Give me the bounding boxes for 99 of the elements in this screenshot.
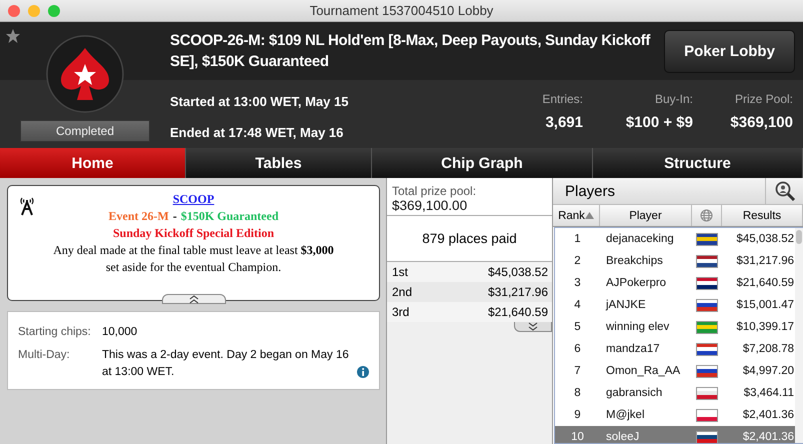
player-name: gabransich [605, 387, 664, 399]
player-name: dejanaceking [605, 233, 675, 245]
result-cell-text: $21,640.59 [735, 277, 795, 289]
stat-value: 3,691 [545, 114, 583, 131]
player-name: soleeJ [605, 431, 640, 443]
flag-icon [696, 364, 718, 378]
event-text: - [172, 208, 177, 225]
flag-icon [696, 232, 718, 246]
result-cell-text: $2,401.36 [742, 431, 795, 443]
window-title: Tournament 1537004510 Lobby [310, 3, 494, 18]
prize-pool-value: $369,100.00 [392, 198, 468, 213]
status-banner: Completed [20, 120, 150, 142]
notice-subtitle: Sunday Kickoff Special Edition [112, 225, 276, 242]
player-name: jANJKE [604, 299, 647, 311]
player-row[interactable]: 6 mandza17 $7,208.78 [555, 338, 795, 360]
rank-cell-text: 1 [573, 233, 582, 245]
payout-amount: $31,217.96 [488, 285, 548, 299]
rank-cell-text: 9 [573, 409, 582, 421]
player-name: Breakchips [605, 255, 664, 267]
player-row[interactable]: 3 AJPokerpro $21,640.59 [555, 272, 795, 294]
rank-cell-text: 5 [573, 321, 582, 333]
result-cell-text: $3,464.11 [742, 387, 795, 399]
flag-icon [696, 298, 718, 312]
rank-cell-text: 7 [573, 365, 582, 377]
chevron-down-icon [526, 322, 540, 331]
stat-label: Buy-In: [654, 92, 693, 106]
stat-label: Prize Pool: [734, 92, 793, 106]
detail-label: Multi-Day: [18, 348, 71, 363]
scoop-link[interactable]: SCOOP [172, 192, 214, 206]
rank-cell-text: 3 [573, 277, 582, 289]
column-header[interactable]: Rank [553, 205, 600, 226]
player-row[interactable]: 10 soleeJ $2,401.36 [555, 426, 795, 443]
places-paid: 879 places paid [422, 231, 517, 246]
player-row[interactable]: 5 winning elev $10,399.17 [555, 316, 795, 338]
result-cell-text: $15,001.47 [735, 299, 795, 311]
stat-value: $369,100 [730, 114, 793, 131]
player-name: mandza17 [605, 343, 661, 355]
flag-icon [696, 276, 718, 290]
place-label: 1st [392, 265, 408, 279]
rank-cell-text: 2 [573, 255, 582, 267]
player-row[interactable]: 7 Omon_Ra_AA $4,997.20 [555, 360, 795, 382]
player-row[interactable]: 2 Breakchips $31,217.96 [555, 250, 795, 272]
flag-icon [696, 386, 718, 400]
search-icon [774, 181, 796, 201]
stat-value: $100 + $9 [626, 114, 693, 131]
player-row[interactable]: 9 M@jkel $2,401.36 [555, 404, 795, 426]
result-cell-text: $45,038.52 [735, 233, 795, 245]
rank-cell-text: 6 [573, 343, 582, 355]
result-cell-text: $31,217.96 [735, 255, 795, 267]
spade-logo-icon [45, 34, 125, 114]
flag-icon [696, 342, 718, 356]
stat-label: Entries: [542, 92, 583, 106]
rank-cell-text: 8 [573, 387, 582, 399]
event-text: $150K Guaranteed [180, 208, 278, 225]
result-cell-text: $10,399.17 [735, 321, 795, 333]
player-name: AJPokerpro [605, 277, 668, 289]
player-name: Omon_Ra_AA [605, 365, 682, 377]
result-cell-text: $4,997.20 [742, 365, 795, 377]
start-time: Started at 13:00 WET, May 15 [170, 94, 350, 109]
payout-amount: $45,038.52 [488, 265, 548, 279]
collapse-tab[interactable] [162, 294, 226, 304]
star-icon[interactable] [5, 28, 21, 44]
tab[interactable]: Chip Graph [372, 148, 593, 178]
flag-icon [696, 408, 718, 422]
flag-icon [696, 430, 718, 443]
tab[interactable]: Structure [593, 148, 803, 178]
payout-amount: $21,640.59 [488, 305, 548, 319]
detail-label: Starting chips: [18, 325, 92, 340]
tournament-title: SCOOP-26-M: $109 NL Hold'em [8-Max, Deep Payouts, Sunday Kickoff SE], $150K Guaranteed [170, 31, 652, 72]
notice-text: Any deal made at the final table must leave at least $3,000 set aside for the eventual Champion. [52, 242, 335, 276]
sort-icon [584, 212, 594, 219]
globe-icon [700, 209, 713, 222]
expand-tab[interactable] [514, 322, 552, 332]
flag-icon [696, 254, 718, 268]
column-header[interactable]: Results [722, 205, 803, 226]
prize-pool-label: Total prize pool: [392, 184, 478, 198]
result-cell-text: $2,401.36 [742, 409, 795, 421]
detail-value: This was a 2-day event. Day 2 began on May 16 at 13:00 WET. [102, 348, 350, 380]
player-row[interactable]: 4 jANJKE $15,001.47 [555, 294, 795, 316]
detail-value: 10,000 [102, 325, 138, 340]
player-name: winning elev [605, 321, 670, 333]
column-header[interactable]: Player [600, 205, 692, 226]
player-name: M@jkel [605, 409, 646, 421]
scrollbar-thumb[interactable] [796, 230, 802, 244]
event-text: Event 26-M [108, 208, 169, 225]
player-row[interactable]: 1 dejanaceking $45,038.52 [555, 228, 795, 250]
tab[interactable]: Home [0, 148, 186, 178]
rank-cell-text: 10 [570, 431, 585, 443]
place-label: 3rd [392, 305, 410, 319]
result-cell-text: $7,208.78 [742, 343, 795, 355]
end-time: Ended at 17:48 WET, May 16 [170, 125, 344, 140]
flag-icon [696, 320, 718, 334]
poker-lobby-button[interactable]: Poker Lobby [664, 30, 795, 73]
players-title: Players [564, 182, 616, 200]
tab[interactable]: Tables [186, 148, 372, 178]
player-row[interactable]: 8 gabransich $3,464.11 [555, 382, 795, 404]
place-label: 2nd [392, 285, 412, 299]
rank-cell-text: 4 [573, 299, 582, 311]
info-icon[interactable] [357, 366, 369, 378]
